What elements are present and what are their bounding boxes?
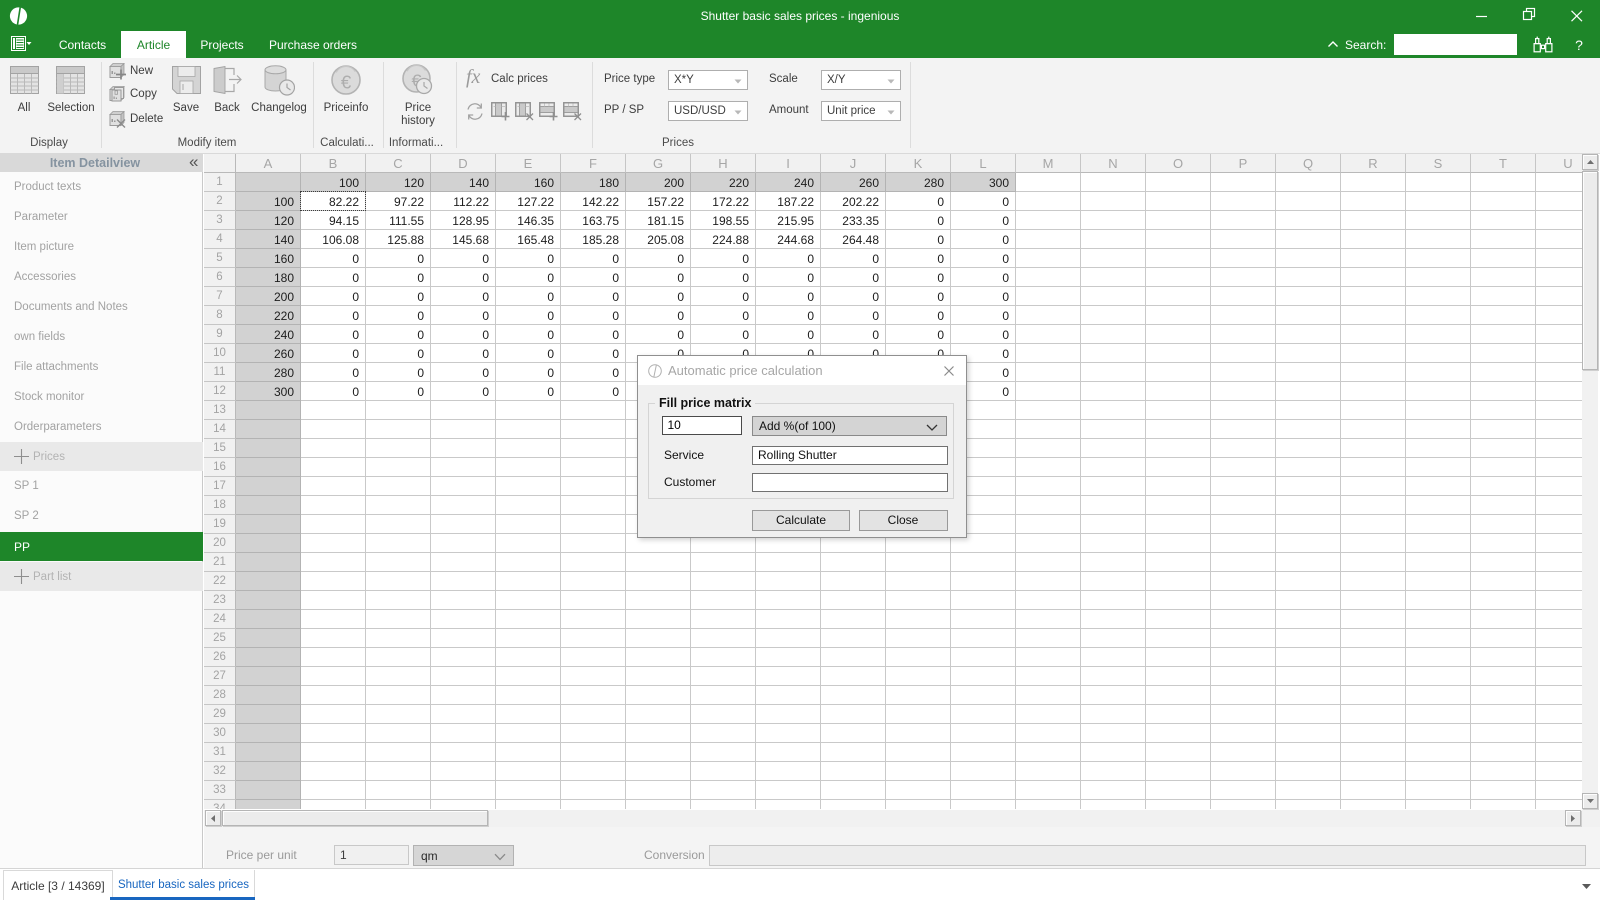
svg-text:€: € bbox=[341, 71, 352, 92]
